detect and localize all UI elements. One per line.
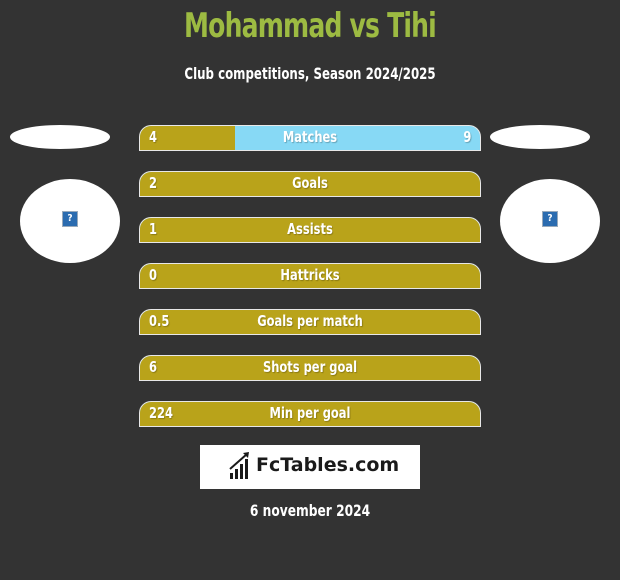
stat-label: Goals per match — [257, 312, 363, 330]
left-value: 0 — [149, 266, 157, 284]
left-team-logo[interactable]: ? — [20, 179, 120, 263]
left-player-name-oval — [10, 125, 110, 149]
brand-name: FcTables.com — [256, 454, 400, 476]
left-value: 2 — [149, 174, 157, 192]
right-value: 9 — [463, 128, 471, 146]
missing-image-icon: ? — [62, 211, 78, 227]
missing-image-icon: ? — [542, 211, 558, 227]
right-team-logo[interactable]: ? — [500, 179, 600, 263]
stat-label: Goals — [292, 174, 328, 192]
page-title: Mohammad vs Tihi — [184, 6, 437, 46]
competition-subtitle: Club competitions, Season 2024/2025 — [184, 64, 436, 83]
stat-label: Min per goal — [269, 404, 351, 422]
stat-row: 6 Shots per goal — [139, 355, 481, 381]
left-value: 1 — [149, 220, 157, 238]
right-player-name-oval — [490, 125, 590, 149]
stat-row: 0.5 Goals per match — [139, 309, 481, 335]
stat-row: 1 Assists — [139, 217, 481, 243]
stat-label: Assists — [287, 220, 333, 238]
stat-row: 224 Min per goal — [139, 401, 481, 427]
stat-label: Shots per goal — [262, 358, 358, 376]
left-value: 6 — [149, 358, 157, 376]
stat-row: 4 Matches 9 — [139, 125, 481, 151]
left-value: 4 — [149, 128, 157, 146]
stat-label: Matches — [282, 128, 338, 146]
bar-chart-icon — [229, 452, 249, 479]
fctables-logo[interactable]: FcTables.com — [200, 445, 420, 489]
date-label: 6 november 2024 — [249, 501, 371, 520]
stat-label: Hattricks — [280, 266, 340, 284]
stat-row: 0 Hattricks — [139, 263, 481, 289]
stat-row: 2 Goals — [139, 171, 481, 197]
